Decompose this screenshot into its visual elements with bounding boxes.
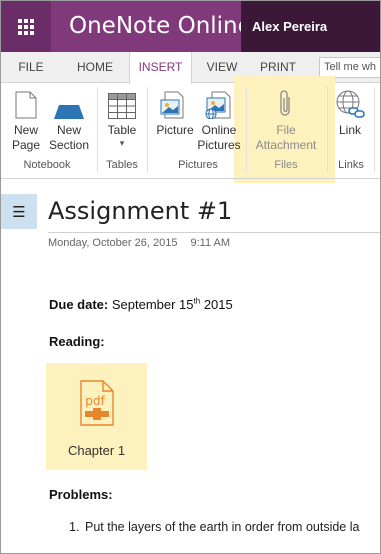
tab-file[interactable]: FILE <box>9 52 53 83</box>
due-date-value: September 15th 2015 <box>111 296 233 312</box>
new-section-button[interactable]: New Section <box>47 83 91 153</box>
blank-page-icon <box>15 91 37 119</box>
chevron-down-icon: ▾ <box>119 138 125 148</box>
table-grid-icon <box>108 93 136 119</box>
paperclip-icon <box>280 90 290 116</box>
file-attachment-label: File Attachment <box>255 123 317 152</box>
ribbon-separator <box>374 87 375 173</box>
online-pictures-label: Online Pictures <box>197 123 241 152</box>
list-item-number: 1. <box>69 520 80 534</box>
link-label: Link <box>338 123 361 137</box>
file-attachment-button[interactable]: File Attachment <box>249 83 323 153</box>
list-item-text: Put the layers of the earth in order fro… <box>85 520 360 534</box>
new-section-label: New Section <box>48 123 90 152</box>
table-label: Table <box>107 123 137 137</box>
reading-label[interactable]: Reading: <box>49 334 105 349</box>
link-button[interactable]: Link <box>331 83 369 138</box>
user-name: Alex Pereira <box>252 19 328 34</box>
tab-home[interactable]: HOME <box>67 52 123 83</box>
app-title[interactable]: OneNote Online <box>69 13 252 39</box>
hamburger-icon: ☰ <box>12 203 26 221</box>
ribbon-separator <box>246 87 247 173</box>
app-launcher-button[interactable] <box>1 1 51 52</box>
attachment-label: Chapter 1 <box>67 443 126 458</box>
ribbon-insert: New Page New Section Table ▾ Picture Onl… <box>1 83 380 179</box>
ribbon-separator <box>327 87 328 173</box>
group-label-files: Files <box>274 159 298 171</box>
due-date-line[interactable]: Due date: September 15th 2015 <box>49 297 233 312</box>
group-label-tables: Tables <box>106 159 138 171</box>
page-time: 9:11 AM <box>190 237 231 249</box>
pdf-icon-text: pdf <box>85 394 105 408</box>
picture-button[interactable]: Picture <box>154 83 196 138</box>
title-divider <box>48 232 380 233</box>
ribbon-separator <box>147 87 148 173</box>
page-date: Monday, October 26, 2015 <box>48 237 178 249</box>
online-pictures-icon <box>205 91 231 119</box>
new-page-label: New Page <box>11 123 41 152</box>
due-date-label: Due date: <box>49 297 109 312</box>
page-title[interactable]: Assignment #1 <box>48 197 232 225</box>
group-label-links: Links <box>338 159 364 171</box>
globe-link-icon <box>336 90 365 118</box>
picture-icon <box>160 91 184 119</box>
tab-insert[interactable]: INSERT <box>129 52 192 84</box>
page-datetime: Monday, October 26, 2015 9:11 AM <box>48 237 240 249</box>
tell-me-search-input[interactable]: Tell me wh <box>319 57 380 78</box>
waffle-icon <box>18 18 34 35</box>
picture-label: Picture <box>156 123 194 137</box>
table-button[interactable]: Table ▾ <box>102 83 142 148</box>
title-bar: OneNote Online Alex Pereira <box>1 1 380 52</box>
navigation-toggle-button[interactable]: ☰ <box>1 194 37 229</box>
online-pictures-button[interactable]: Online Pictures <box>197 83 241 153</box>
new-page-button[interactable]: New Page <box>7 83 45 153</box>
list-item[interactable]: 1. Put the layers of the earth in order f… <box>69 520 359 534</box>
group-label-notebook: Notebook <box>23 159 71 171</box>
ribbon-separator <box>97 87 98 173</box>
pdf-file-icon: pdf <box>80 380 114 431</box>
section-tab-icon <box>54 105 84 119</box>
group-label-pictures: Pictures <box>178 159 218 171</box>
user-account[interactable]: Alex Pereira <box>241 1 380 52</box>
attachment-chapter-1[interactable]: pdf Chapter 1 <box>46 363 147 470</box>
onenote-window: OneNote Online Alex Pereira FILE HOME IN… <box>0 0 381 554</box>
problems-label[interactable]: Problems: <box>49 487 113 502</box>
